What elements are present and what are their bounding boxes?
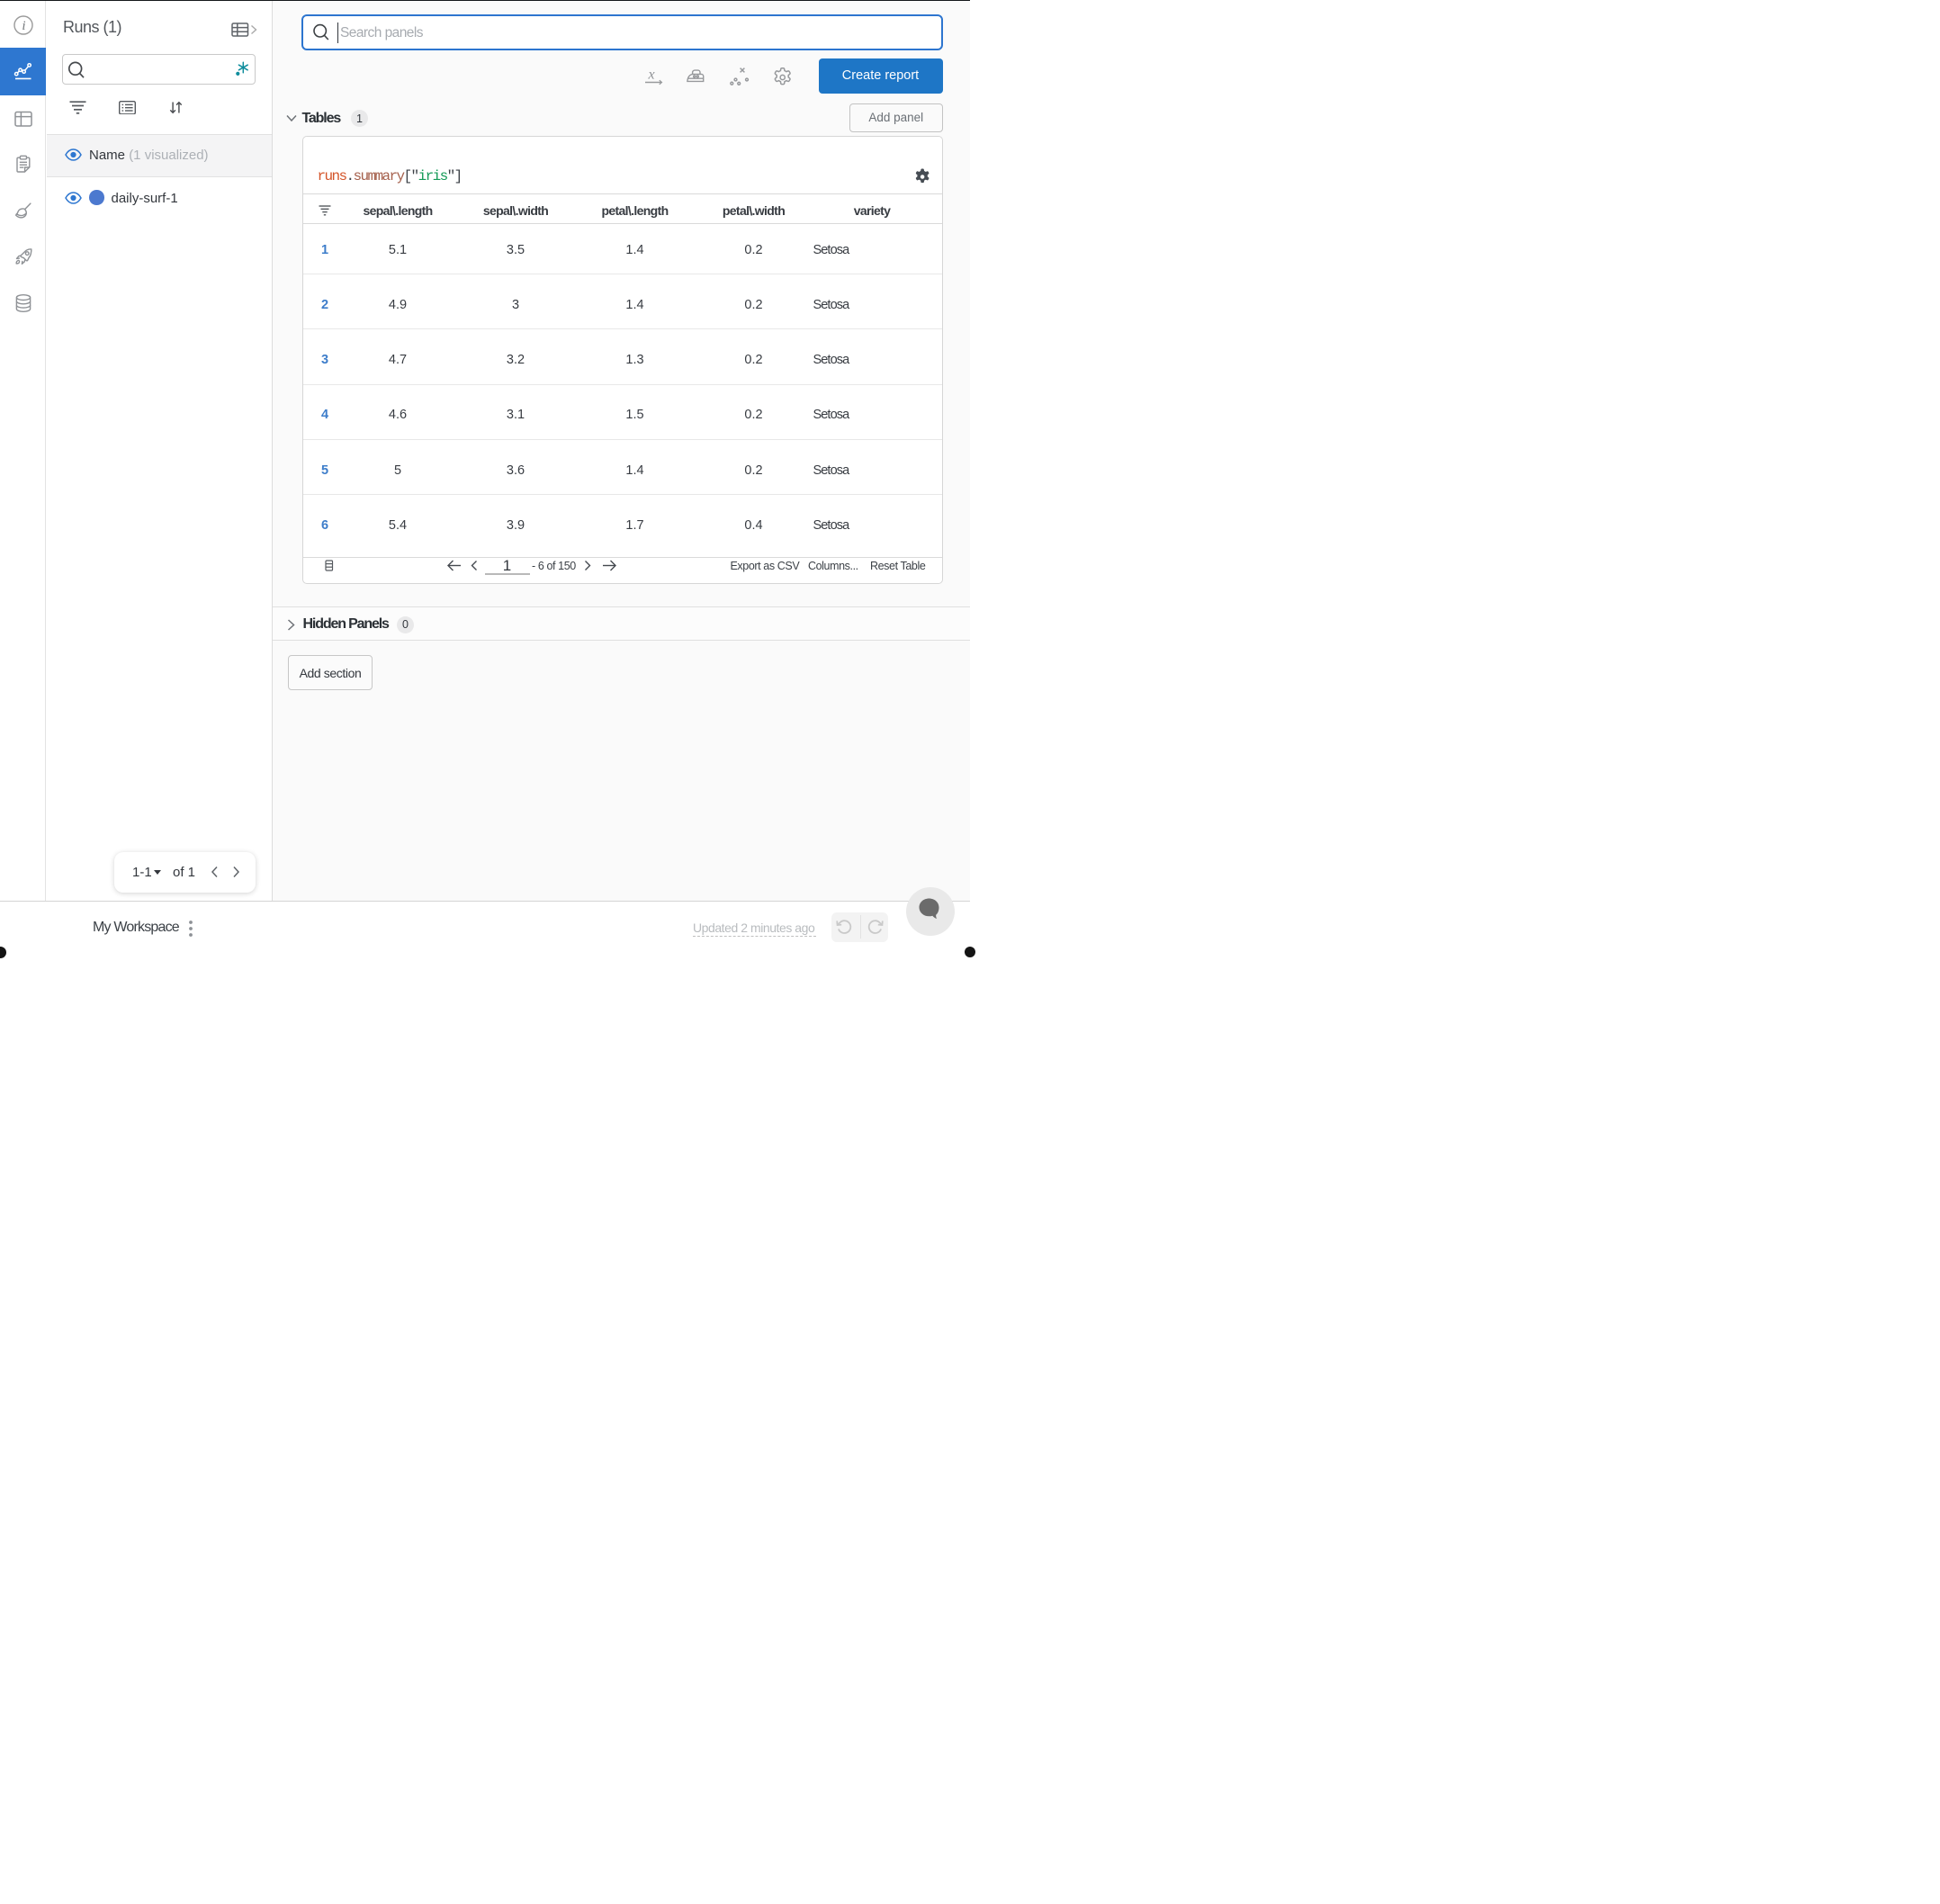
svg-text:i: i — [22, 19, 25, 33]
svg-text:x: x — [648, 68, 655, 83]
